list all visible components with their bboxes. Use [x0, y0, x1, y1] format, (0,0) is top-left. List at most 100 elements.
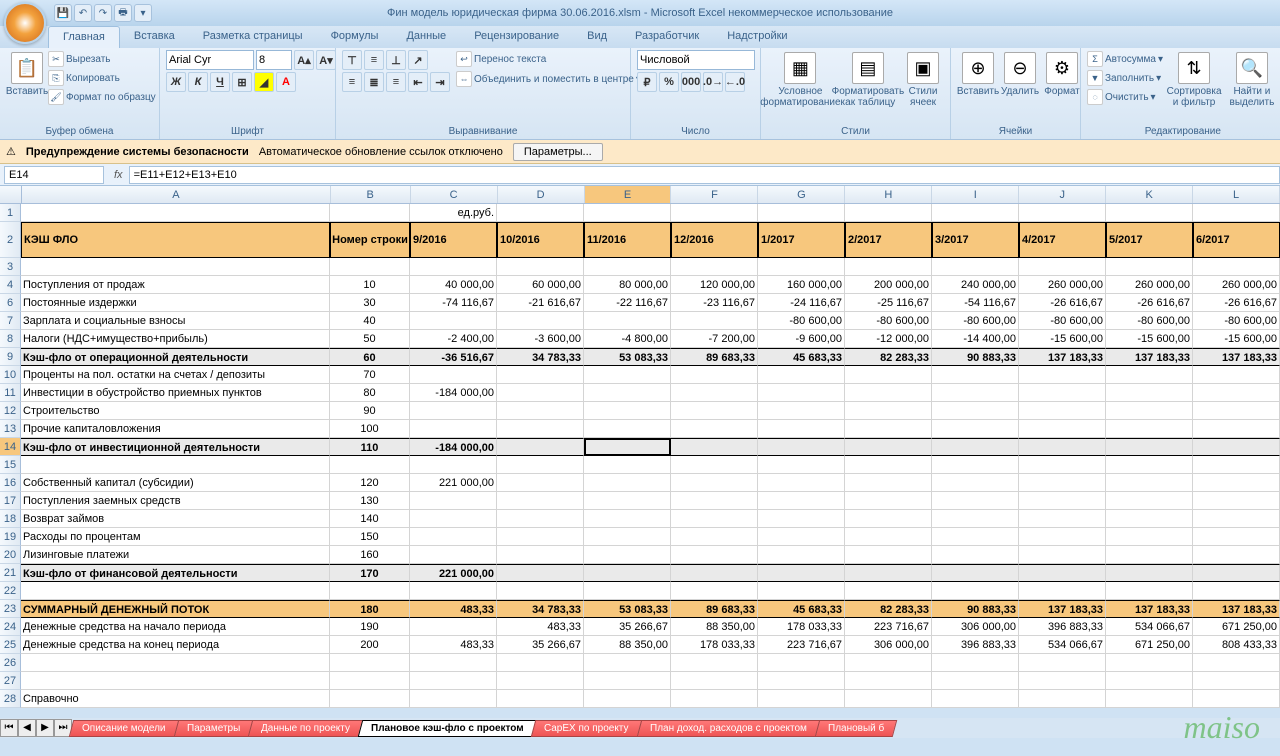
cell[interactable]: -80 600,00	[1193, 312, 1280, 330]
cell[interactable]: Денежные средства на начало периода	[21, 618, 330, 636]
cell[interactable]	[758, 366, 845, 384]
find-select-button[interactable]: 🔍Найти и выделить	[1225, 50, 1279, 110]
cell[interactable]	[1193, 438, 1280, 456]
name-box[interactable]	[4, 166, 104, 184]
indent-inc-icon[interactable]: ⇥	[430, 72, 450, 92]
cell[interactable]: -80 600,00	[1019, 312, 1106, 330]
cell[interactable]	[932, 546, 1019, 564]
row-header[interactable]: 23	[0, 600, 21, 618]
align-top-icon[interactable]: ⊤	[342, 50, 362, 70]
cell[interactable]	[932, 582, 1019, 600]
cell[interactable]: Кэш-фло от финансовой деятельности	[21, 564, 330, 582]
format-table-button[interactable]: ▤Форматировать как таблицу	[834, 50, 902, 110]
cell[interactable]: 30	[330, 294, 410, 312]
row-header[interactable]: 24	[0, 618, 21, 636]
cell[interactable]	[410, 546, 497, 564]
cell[interactable]	[584, 672, 671, 690]
qa-redo-icon[interactable]: ↷	[94, 4, 112, 22]
font-size-select[interactable]	[256, 50, 292, 70]
row-header[interactable]: 27	[0, 672, 21, 690]
cell[interactable]	[671, 438, 758, 456]
ribbon-tab[interactable]: Разметка страницы	[189, 26, 317, 48]
cell[interactable]	[1019, 474, 1106, 492]
cell[interactable]	[845, 420, 932, 438]
cell[interactable]: 200	[330, 636, 410, 654]
row-header[interactable]: 13	[0, 420, 21, 438]
cell[interactable]: 40 000,00	[410, 276, 497, 294]
bold-button[interactable]: Ж	[166, 72, 186, 92]
cell[interactable]	[758, 204, 845, 222]
cell[interactable]	[1193, 366, 1280, 384]
percent-icon[interactable]: %	[659, 72, 679, 92]
ribbon-tab[interactable]: Вид	[573, 26, 621, 48]
cell[interactable]: 200 000,00	[845, 276, 932, 294]
cell[interactable]: 53 083,33	[584, 600, 671, 618]
cell[interactable]: 396 883,33	[932, 636, 1019, 654]
cell[interactable]	[932, 438, 1019, 456]
cell[interactable]: 534 066,67	[1106, 618, 1193, 636]
cell[interactable]: Возврат займов	[21, 510, 330, 528]
cell[interactable]	[1106, 672, 1193, 690]
column-header[interactable]: K	[1106, 186, 1193, 203]
cell[interactable]	[1193, 528, 1280, 546]
cell[interactable]	[1019, 690, 1106, 708]
cell[interactable]: -80 600,00	[1106, 312, 1193, 330]
align-center-icon[interactable]: ≣	[364, 72, 384, 92]
grow-font-icon[interactable]: A▴	[294, 50, 314, 70]
cell[interactable]: -80 600,00	[758, 312, 845, 330]
cell[interactable]	[1019, 402, 1106, 420]
ribbon-tab[interactable]: Вставка	[120, 26, 189, 48]
autosum-button[interactable]: ΣАвтосумма ▾	[1087, 50, 1163, 68]
cell[interactable]: -25 116,67	[845, 294, 932, 312]
cell[interactable]	[1106, 402, 1193, 420]
cell[interactable]	[497, 456, 584, 474]
cell[interactable]: -36 516,67	[410, 348, 497, 366]
cell[interactable]	[758, 672, 845, 690]
cell[interactable]: 306 000,00	[932, 618, 1019, 636]
cell[interactable]	[497, 492, 584, 510]
cell[interactable]	[671, 564, 758, 582]
cell[interactable]: 396 883,33	[1019, 618, 1106, 636]
cell[interactable]	[845, 474, 932, 492]
cell[interactable]	[1193, 258, 1280, 276]
cell[interactable]	[497, 546, 584, 564]
cell[interactable]	[1193, 384, 1280, 402]
cell[interactable]	[671, 258, 758, 276]
cell[interactable]	[1019, 564, 1106, 582]
column-header[interactable]: I	[932, 186, 1019, 203]
cell[interactable]	[1019, 546, 1106, 564]
row-header[interactable]: 6	[0, 294, 21, 312]
cell[interactable]	[1106, 438, 1193, 456]
cell[interactable]	[410, 258, 497, 276]
cell[interactable]	[671, 546, 758, 564]
sheet-nav-first-icon[interactable]: ⏮	[0, 719, 18, 737]
cell[interactable]	[1106, 258, 1193, 276]
cell[interactable]: Зарплата и социальные взносы	[21, 312, 330, 330]
cell[interactable]	[932, 402, 1019, 420]
cell[interactable]: 34 783,33	[497, 600, 584, 618]
cell[interactable]: 240 000,00	[932, 276, 1019, 294]
row-header[interactable]: 12	[0, 402, 21, 420]
cell[interactable]: 9/2016	[410, 222, 497, 258]
cell[interactable]: СУММАРНЫЙ ДЕНЕЖНЫЙ ПОТОК	[21, 600, 330, 618]
cell[interactable]: 70	[330, 366, 410, 384]
cell[interactable]: Постоянные издержки	[21, 294, 330, 312]
cell[interactable]	[845, 582, 932, 600]
cell[interactable]: -74 116,67	[410, 294, 497, 312]
cell[interactable]	[330, 672, 410, 690]
sheet-tab[interactable]: План доход. расходов с проектом	[637, 720, 820, 737]
sheet-tab[interactable]: Данные по проекту	[248, 720, 364, 737]
cell[interactable]	[758, 582, 845, 600]
wrap-text-button[interactable]: ↩Перенос текста	[456, 50, 641, 68]
row-header[interactable]: 17	[0, 492, 21, 510]
cell[interactable]: 80	[330, 384, 410, 402]
cell[interactable]: 178 033,33	[671, 636, 758, 654]
formula-input[interactable]	[129, 166, 1280, 184]
cell[interactable]: 260 000,00	[1193, 276, 1280, 294]
cell[interactable]: 130	[330, 492, 410, 510]
cell[interactable]: 178 033,33	[758, 618, 845, 636]
cell[interactable]	[932, 420, 1019, 438]
merge-center-button[interactable]: ⇔Объединить и поместить в центре ▾	[456, 70, 641, 88]
inc-decimal-icon[interactable]: .0→	[703, 72, 723, 92]
column-header[interactable]: F	[671, 186, 758, 203]
